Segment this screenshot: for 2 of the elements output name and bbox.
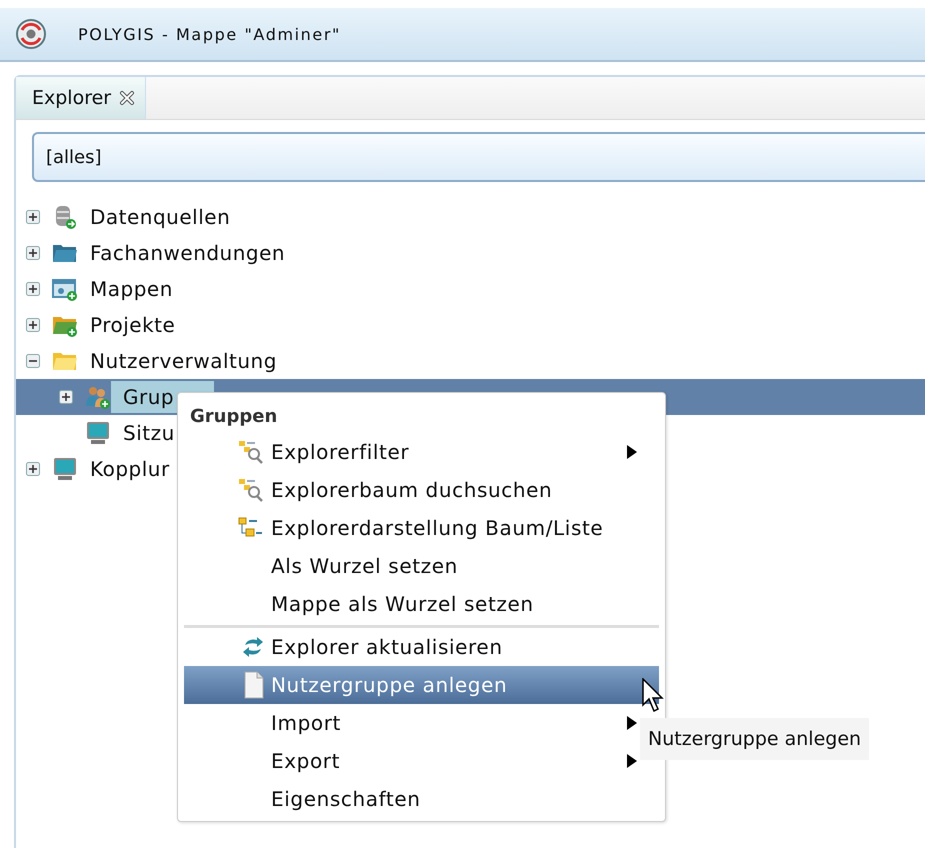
- tooltip: Nutzergruppe anlegen: [640, 718, 870, 760]
- window-title: POLYGIS - Mappe "Adminer": [78, 24, 342, 44]
